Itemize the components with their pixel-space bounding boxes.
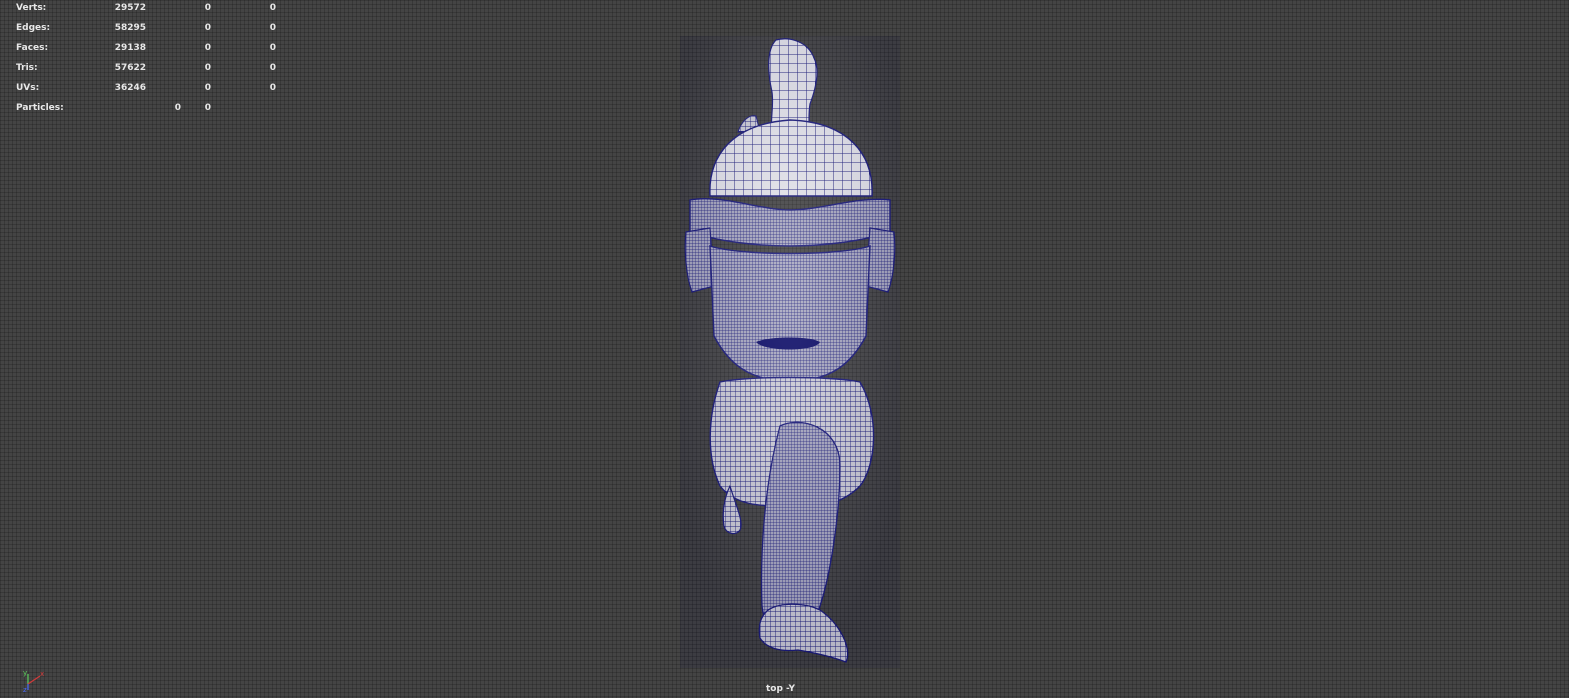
camera-label: top -Y bbox=[766, 684, 795, 694]
3d-viewport[interactable]: Verts: 29572 0 0 Edges: 58295 0 0 Faces:… bbox=[0, 0, 1569, 698]
hud-value: 0 bbox=[204, 3, 211, 13]
hud-value: 0 bbox=[204, 23, 211, 33]
hud-value: 0 bbox=[204, 103, 211, 113]
hud-value: 0 bbox=[204, 83, 211, 93]
hud-value: 0 bbox=[269, 83, 276, 93]
hud-value: 0 bbox=[204, 63, 211, 73]
hud-value: 0 bbox=[269, 23, 276, 33]
wireframe-model[interactable] bbox=[680, 36, 900, 668]
hud-label: Verts: bbox=[16, 3, 47, 13]
hud-value: 58295 bbox=[114, 23, 146, 33]
hud-value: 0 bbox=[174, 103, 181, 113]
hud-row-uvs: UVs: 36246 0 0 bbox=[16, 83, 276, 103]
hud-row-particles: Particles: 0 0 bbox=[16, 103, 276, 123]
hud-row-verts: Verts: 29572 0 0 bbox=[16, 3, 276, 23]
hud-value: 36246 bbox=[114, 83, 146, 93]
axis-y-label: y bbox=[23, 669, 27, 677]
hud-label: Faces: bbox=[16, 43, 49, 53]
hud-value: 0 bbox=[269, 63, 276, 73]
hud-label: Tris: bbox=[16, 63, 38, 73]
hud-row-tris: Tris: 57622 0 0 bbox=[16, 63, 276, 83]
poly-count-hud: Verts: 29572 0 0 Edges: 58295 0 0 Faces:… bbox=[16, 3, 276, 123]
hud-row-edges: Edges: 58295 0 0 bbox=[16, 23, 276, 43]
hud-value: 29572 bbox=[114, 3, 146, 13]
axis-gizmo-icon: y x z bbox=[23, 669, 44, 694]
hud-label: Particles: bbox=[16, 103, 64, 113]
hud-row-faces: Faces: 29138 0 0 bbox=[16, 43, 276, 63]
axis-z-label: z bbox=[23, 686, 27, 694]
axis-x-label: x bbox=[40, 670, 44, 678]
hud-value: 0 bbox=[269, 3, 276, 13]
hud-label: Edges: bbox=[16, 23, 51, 33]
hud-value: 57622 bbox=[114, 63, 146, 73]
hud-value: 29138 bbox=[114, 43, 146, 53]
hud-label: UVs: bbox=[16, 83, 40, 93]
hud-value: 0 bbox=[269, 43, 276, 53]
hud-value: 0 bbox=[204, 43, 211, 53]
